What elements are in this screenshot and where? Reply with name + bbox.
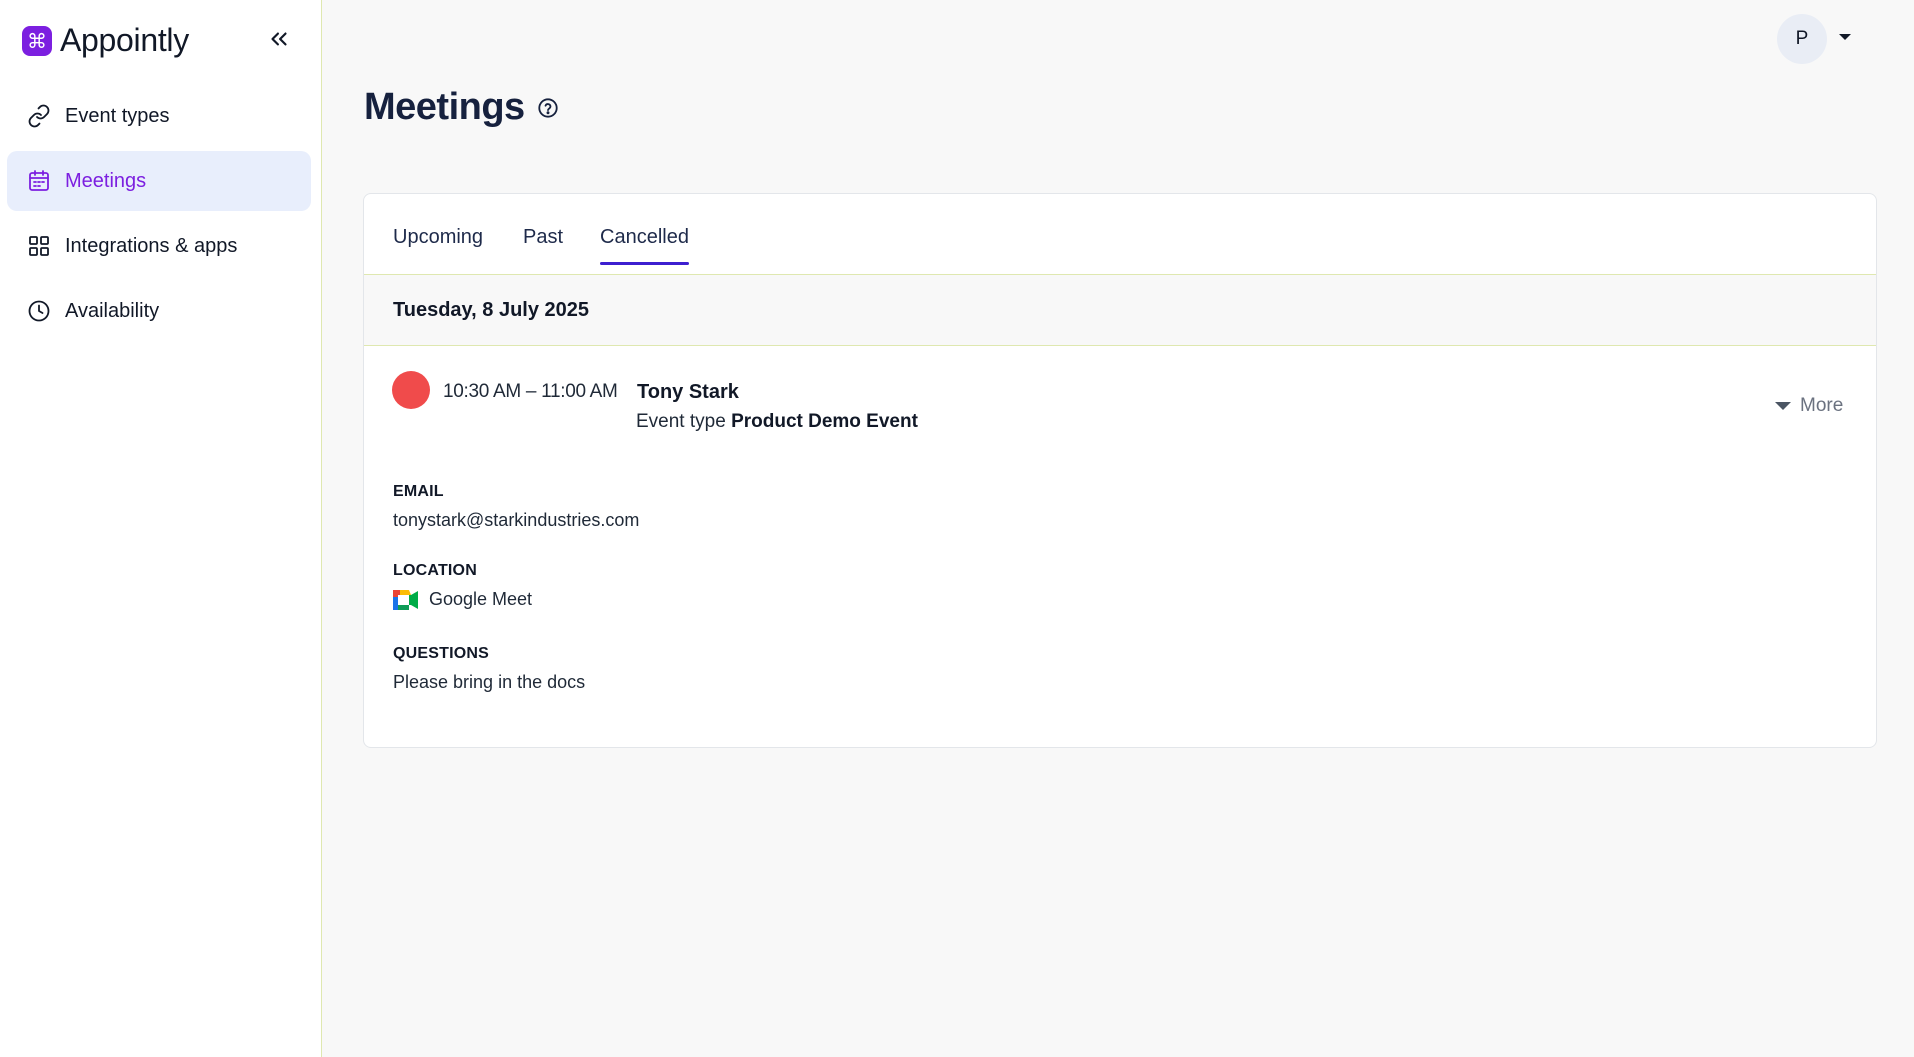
questions-value: Please bring in the docs [393, 672, 586, 692]
tab-past[interactable]: Past [523, 226, 563, 249]
sidebar-item-event-types[interactable]: Event types [7, 86, 311, 146]
location-text: Google Meet [429, 589, 533, 609]
page-title: Meetings [364, 86, 525, 128]
grid-icon [29, 236, 49, 256]
sidebar-item-label: Availability [65, 299, 160, 322]
more-label: More [1800, 395, 1844, 416]
questions-label: QUESTIONS [393, 645, 490, 662]
sidebar-item-integrations[interactable]: Integrations & apps [7, 216, 311, 276]
calendar-icon [29, 170, 49, 191]
event-type: Event type Product Demo Event [636, 411, 918, 433]
caret-down-icon[interactable] [1838, 32, 1852, 42]
sidebar-item-meetings[interactable]: Meetings [7, 151, 311, 211]
brand-name: Appointly [60, 22, 189, 58]
meeting-time: 10:30 AM – 11:00 AM [443, 381, 618, 402]
location-value: Google Meet [393, 589, 532, 610]
caret-down-icon [1775, 402, 1791, 410]
tab-cancelled[interactable]: Cancelled [600, 226, 689, 265]
user-avatar[interactable]: P [1777, 14, 1827, 64]
location-label: LOCATION [393, 562, 477, 579]
tab-bar: Upcoming Past Cancelled [364, 194, 1876, 275]
more-button[interactable]: More [1774, 395, 1843, 417]
status-dot [392, 371, 430, 409]
meetings-card: Upcoming Past Cancelled Tuesday, 8 July … [363, 193, 1877, 748]
clock-icon [28, 300, 50, 322]
sidebar-item-label: Meetings [65, 169, 147, 192]
sidebar-item-label: Integrations & apps [65, 234, 238, 257]
brand[interactable]: ⌘ Appointly [22, 22, 189, 59]
event-type-prefix: Event type [636, 411, 726, 432]
email-value: tonystark@starkindustries.com [393, 510, 640, 530]
sidebar-item-label: Event types [65, 104, 170, 127]
link-icon [28, 104, 50, 128]
brand-logo-icon: ⌘ [22, 25, 52, 56]
double-chevron-left-icon[interactable] [266, 26, 292, 52]
date-header: Tuesday, 8 July 2025 [364, 275, 1876, 346]
attendee-name: Tony Stark [637, 381, 739, 403]
help-circle-icon[interactable] [537, 97, 559, 119]
sidebar-item-availability[interactable]: Availability [7, 281, 311, 341]
email-label: EMAIL [393, 483, 444, 500]
tab-upcoming[interactable]: Upcoming [393, 226, 483, 249]
google-meet-icon [393, 589, 418, 610]
sidebar-nav: Event types Meetings Integrations & apps… [7, 86, 311, 346]
event-type-name: Product Demo Event [731, 411, 918, 432]
sidebar: ⌘ Appointly Event types Meetings Integra… [0, 0, 322, 1057]
meeting-item: 10:30 AM – 11:00 AM Tony Stark Event typ… [364, 346, 1876, 746]
page-header: Meetings [364, 86, 559, 129]
